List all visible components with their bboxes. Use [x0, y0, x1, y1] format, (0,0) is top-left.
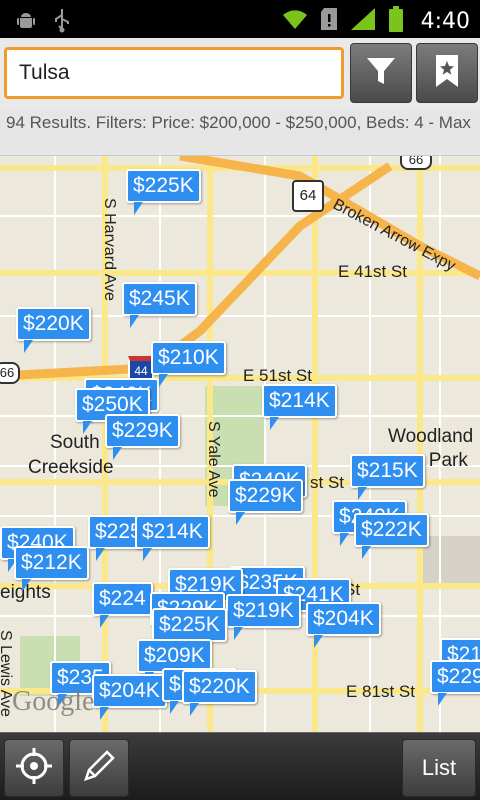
results-summary: 94 Results. Filters: Price: $200,000 - $… [0, 110, 480, 156]
price-pin[interactable]: $204K [92, 674, 167, 720]
app-screen: 4:40 94 Results. Filters: Price: $200,00… [0, 0, 480, 800]
label-south: South [50, 432, 100, 453]
hwy-66-shield-top: 66 [400, 156, 432, 170]
price-pin[interactable]: $220K [16, 307, 91, 353]
price-pin[interactable]: $215K [350, 454, 425, 500]
crosshair-locate-icon [14, 746, 54, 790]
price-pin[interactable]: $225K [126, 169, 201, 215]
price-pin[interactable]: $210K [151, 341, 226, 387]
price-pin[interactable]: $204K [306, 602, 381, 648]
clock: 4:40 [420, 8, 470, 34]
saved-searches-button[interactable] [416, 43, 478, 103]
price-pin[interactable]: $219K [226, 594, 301, 640]
google-watermark: Google [12, 686, 95, 717]
price-pin[interactable]: $229K [228, 479, 303, 525]
price-pin[interactable]: $225K [152, 608, 227, 654]
price-pin[interactable]: $229K [105, 414, 180, 460]
bottom-action-bar: List [0, 732, 480, 800]
usb-icon [52, 7, 72, 37]
signal-icon [349, 6, 377, 36]
my-location-button[interactable] [4, 739, 64, 797]
label-woodland: Woodland [388, 426, 474, 447]
bookmark-star-icon [432, 53, 462, 93]
location-search-input[interactable] [4, 47, 344, 99]
map-view[interactable]: 64 66 66 44 Broken Arrow Expy E 41st St … [0, 156, 480, 732]
draw-area-button[interactable] [69, 739, 129, 797]
wifi-icon [281, 7, 309, 35]
price-pin[interactable]: $229 [430, 660, 480, 706]
label-creekside: Creekside [28, 457, 114, 478]
label-e81: E 81st St [346, 682, 415, 701]
label-e41: E 41st St [338, 262, 407, 281]
sd-card-icon [319, 6, 339, 36]
hwy-64-shield: 64 [292, 180, 324, 212]
hwy-66-shield-left: 66 [0, 362, 20, 384]
price-pin[interactable]: $224 [92, 582, 153, 628]
price-pin[interactable]: $214K [262, 384, 337, 430]
label-s-yale: S Yale Ave [205, 421, 222, 498]
status-bar: 4:40 [0, 0, 480, 38]
price-pin[interactable]: $245K [122, 282, 197, 328]
list-view-button[interactable]: List [402, 739, 476, 797]
price-pin[interactable]: $212K [14, 546, 89, 592]
label-st-right: st St [310, 473, 345, 492]
filter-funnel-icon [364, 54, 398, 92]
pencil-draw-icon [80, 747, 118, 789]
battery-icon [387, 5, 405, 37]
filter-button[interactable] [350, 43, 412, 103]
label-s-harvard: S Harvard Ave [101, 198, 118, 301]
search-bar [0, 38, 480, 110]
price-pin[interactable]: $214K [135, 515, 210, 561]
android-debug-icon [14, 8, 38, 36]
price-pin[interactable]: $222K [354, 513, 429, 559]
label-e51: E 51st St [243, 366, 312, 385]
price-pin[interactable]: $220K [182, 670, 257, 716]
